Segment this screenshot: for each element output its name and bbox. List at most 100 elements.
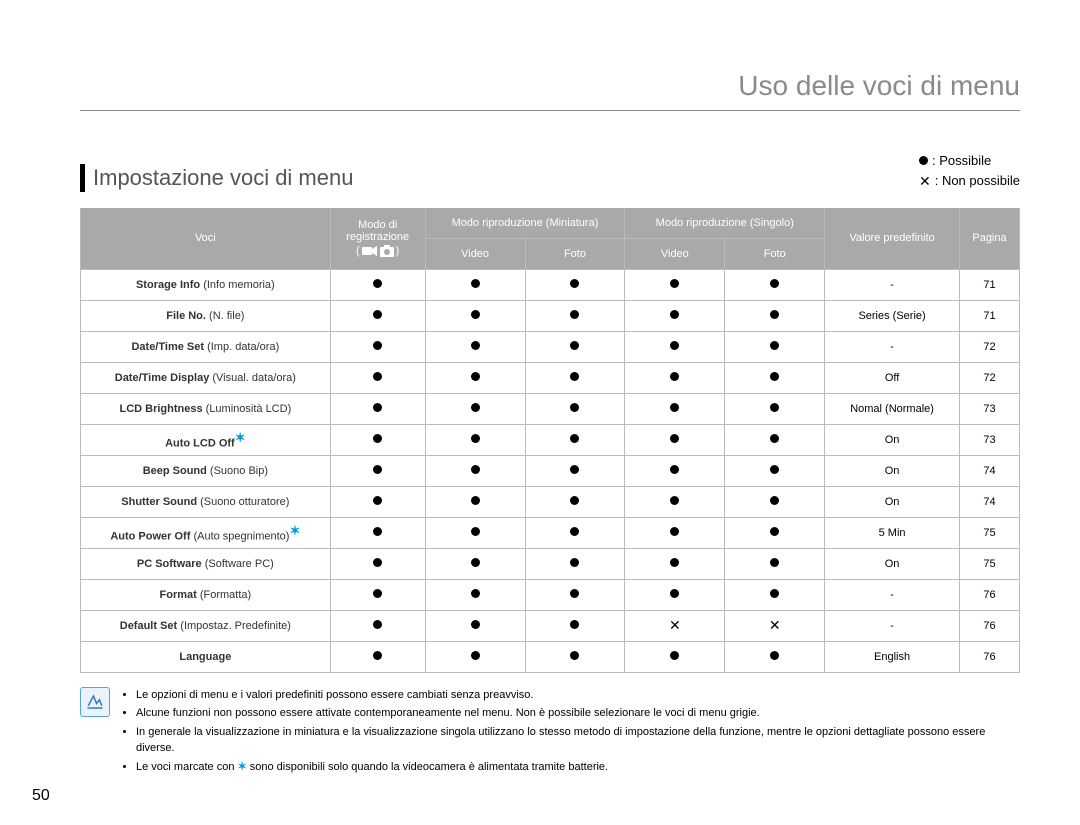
cell-voci: File No. (N. file) — [81, 300, 331, 331]
cell-mark — [330, 548, 425, 579]
cell-default: - — [825, 269, 960, 300]
table-row: Storage Info (Info memoria) -71 — [81, 269, 1020, 300]
cell-mark — [330, 331, 425, 362]
cell-mark — [725, 300, 825, 331]
cell-mark — [725, 486, 825, 517]
section-title: Impostazione voci di menu — [93, 165, 353, 191]
note-icon — [80, 687, 110, 717]
th-thumb-photo: Foto — [525, 238, 625, 269]
cell-page: 74 — [959, 486, 1019, 517]
cell-voci: Date/Time Set (Imp. data/ora) — [81, 331, 331, 362]
cell-mark — [425, 331, 525, 362]
cell-mark — [330, 424, 425, 455]
paren-open: ( — [356, 245, 360, 257]
cell-mark — [625, 331, 725, 362]
cell-page: 73 — [959, 424, 1019, 455]
cell-voci: Storage Info (Info memoria) — [81, 269, 331, 300]
cell-mark — [525, 362, 625, 393]
cell-voci: Format (Formatta) — [81, 579, 331, 610]
cell-mark — [725, 362, 825, 393]
section-heading: Impostazione voci di menu — [80, 164, 353, 192]
cell-page: 74 — [959, 455, 1019, 486]
cell-page: 75 — [959, 548, 1019, 579]
cell-mark — [330, 517, 425, 548]
cell-page: 72 — [959, 362, 1019, 393]
th-thumb-video: Video — [425, 238, 525, 269]
notes-list: Le opzioni di menu e i valori predefinit… — [120, 687, 1020, 778]
cell-mark — [330, 486, 425, 517]
page-number: 50 — [32, 787, 50, 805]
cell-mark — [330, 269, 425, 300]
page-title: Uso delle voci di menu — [80, 70, 1020, 102]
table-row: Auto LCD Off✶On73 — [81, 424, 1020, 455]
th-play-thumb: Modo riproduzione (Miniatura) — [425, 208, 625, 239]
cell-mark — [525, 579, 625, 610]
table-row: LCD Brightness (Luminosità LCD)Nomal (No… — [81, 393, 1020, 424]
cell-mark — [725, 517, 825, 548]
table-row: Format (Formatta)-76 — [81, 579, 1020, 610]
cell-default: Off — [825, 362, 960, 393]
cell-mark — [330, 393, 425, 424]
cell-mark — [330, 641, 425, 672]
notes-section: Le opzioni di menu e i valori predefinit… — [80, 687, 1020, 778]
cell-mark — [425, 362, 525, 393]
table-row: Beep Sound (Suono Bip)On74 — [81, 455, 1020, 486]
table-row: Auto Power Off (Auto spegnimento)✶5 Min7… — [81, 517, 1020, 548]
cell-mark — [725, 455, 825, 486]
mode-icons: ( ) — [356, 245, 399, 257]
cell-voci: Language — [81, 641, 331, 672]
cell-mark — [525, 269, 625, 300]
cell-mark — [625, 517, 725, 548]
cell-mark — [625, 269, 725, 300]
cell-default: On — [825, 424, 960, 455]
cell-voci: PC Software (Software PC) — [81, 548, 331, 579]
cell-mark — [725, 424, 825, 455]
paren-close: ) — [396, 245, 400, 257]
cell-mark — [625, 424, 725, 455]
cell-mark — [525, 641, 625, 672]
th-rec-mode-l1: Modo di — [331, 219, 425, 231]
table-header: Voci Modo di registrazione ( ) Modo ripr… — [81, 208, 1020, 270]
table-row: Language English76 — [81, 641, 1020, 672]
cell-voci: Auto Power Off (Auto spegnimento)✶ — [81, 517, 331, 548]
legend: : Possibile ✕ : Non possibile — [919, 151, 1020, 192]
cell-page: 73 — [959, 393, 1019, 424]
cell-mark — [525, 455, 625, 486]
cell-mark — [330, 610, 425, 641]
table-row: PC Software (Software PC)On75 — [81, 548, 1020, 579]
cell-voci: Date/Time Display (Visual. data/ora) — [81, 362, 331, 393]
cell-default: On — [825, 486, 960, 517]
cell-mark — [725, 548, 825, 579]
cell-mark — [625, 548, 725, 579]
cross-icon: ✕ — [919, 171, 931, 192]
cell-mark — [425, 548, 525, 579]
cell-mark — [525, 517, 625, 548]
cell-mark — [525, 331, 625, 362]
cell-page: 75 — [959, 517, 1019, 548]
cell-mark — [625, 486, 725, 517]
cell-mark: ✕ — [725, 610, 825, 641]
cell-mark: ✕ — [625, 610, 725, 641]
cell-mark — [725, 641, 825, 672]
cell-default: - — [825, 579, 960, 610]
dot-icon — [919, 156, 928, 165]
cell-mark — [525, 393, 625, 424]
legend-possible-text: : Possibile — [932, 151, 991, 171]
cell-page: 76 — [959, 610, 1019, 641]
cell-default: Series (Serie) — [825, 300, 960, 331]
cell-page: 71 — [959, 269, 1019, 300]
table-row: Date/Time Display (Visual. data/ora) Off7… — [81, 362, 1020, 393]
table-body: Storage Info (Info memoria)-71File No. (… — [81, 269, 1020, 672]
cell-mark — [625, 455, 725, 486]
th-single-photo: Foto — [725, 238, 825, 269]
cell-mark — [725, 579, 825, 610]
cell-mark — [425, 269, 525, 300]
cell-page: 76 — [959, 641, 1019, 672]
cell-default: - — [825, 610, 960, 641]
th-voci: Voci — [81, 208, 331, 270]
cell-mark — [425, 393, 525, 424]
table-row: Default Set (Impostaz. Predefinite)✕✕-76 — [81, 610, 1020, 641]
cell-default: English — [825, 641, 960, 672]
cell-mark — [425, 579, 525, 610]
note-item: Alcune funzioni non possono essere attiv… — [136, 705, 1020, 722]
